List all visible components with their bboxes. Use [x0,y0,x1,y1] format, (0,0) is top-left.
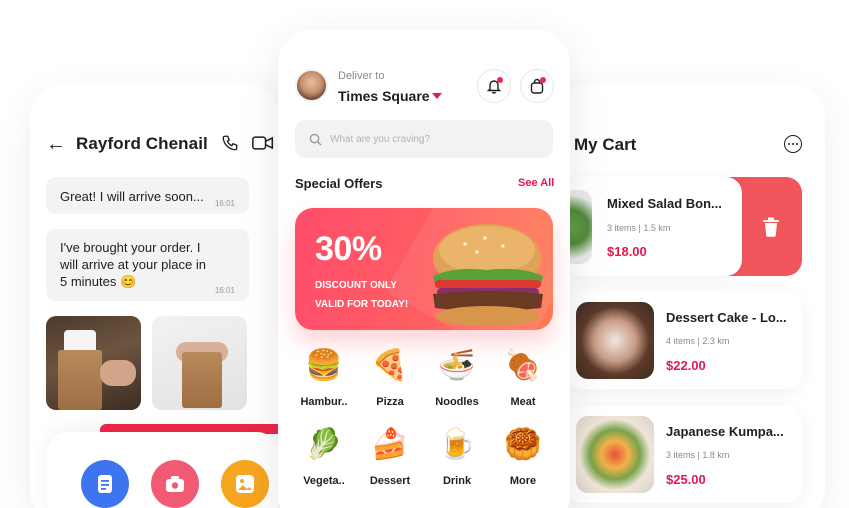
category-noodles[interactable]: 🍜 Noodles [427,348,487,408]
document-icon [98,475,112,493]
trash-icon [763,217,779,237]
chat-header: ← Rayford Chenail [46,132,276,156]
location-selector[interactable]: Times Square [338,88,430,104]
camera-icon [166,476,184,492]
notifications-button[interactable] [477,69,511,103]
message-text: Great! I will arrive soon... [60,189,204,204]
page-title: My Cart [574,135,637,154]
image-button[interactable] [221,460,269,508]
category-drink[interactable]: 🍺 Drink [427,427,487,487]
item-name: Dessert Cake - Lo... [666,310,787,325]
document-button[interactable] [81,460,129,508]
message-bubble: I've brought your order. I will arrive a… [46,229,249,301]
cart-item[interactable]: Mixed Salad Bon... 3 items | 1.5 km $18.… [562,177,742,276]
category-pizza[interactable]: 🍕 Pizza [360,348,420,408]
cart-item[interactable]: Dessert Cake - Lo... 4 items | 2.3 km $2… [566,292,802,389]
special-offer-banner[interactable]: 30% DISCOUNT ONLY VALID FOR TODAY! [295,208,553,330]
image-icon [236,475,254,493]
delivery-photo[interactable] [152,316,247,410]
item-meta: 3 items | 1.8 km [666,450,730,460]
category-more[interactable]: 🥮 More [493,427,553,487]
item-image [576,302,654,379]
video-camera-icon[interactable] [252,134,274,152]
burger-image [433,224,543,326]
item-name: Mixed Salad Bon... [607,196,722,211]
noodles-icon: 🍜 [438,349,476,382]
cart-dot [540,77,546,83]
caret-down-icon[interactable] [432,93,442,99]
back-arrow-icon[interactable]: ← [46,133,76,156]
contact-name: Rayford Chenail [76,134,208,153]
more-options-button[interactable] [784,135,802,153]
app-showcase: ← Rayford Chenail Great! I will arrive s… [0,0,849,508]
notification-dot [497,77,503,83]
cart-button[interactable] [520,69,554,103]
category-meat[interactable]: 🍖 Meat [493,348,553,408]
camera-button[interactable] [151,460,199,508]
see-all-link[interactable]: See All [518,177,554,189]
paper-bag [182,352,222,408]
paper-bag [58,350,102,410]
item-image [576,416,654,493]
category-label: Vegeta.. [303,475,345,487]
hamburger-icon: 🍔 [305,349,343,382]
meat-icon: 🍖 [504,349,542,382]
category-label: More [509,475,537,487]
offer-percent: 30% [315,230,382,268]
avatar[interactable] [295,69,328,102]
item-meta: 3 items | 1.5 km [607,223,671,233]
dot [796,143,798,145]
category-label: Dessert [369,475,411,487]
message-time: 16:01 [214,286,235,295]
item-price: $18.00 [607,244,647,259]
message-time: 16:01 [214,199,235,208]
category-label: Drink [442,475,472,487]
item-meta: 4 items | 2.3 km [666,336,730,346]
cart-item[interactable]: Japanese Kumpa... 3 items | 1.8 km $25.0… [566,406,802,503]
category-label: Noodles [435,396,479,408]
category-hamburger[interactable]: 🍔 Hambur.. [294,348,354,408]
message-text: I've brought your order. I will arrive a… [60,240,206,289]
item-price: $22.00 [666,358,706,373]
category-label: Meat [510,396,536,408]
pizza-icon: 🍕 [371,349,409,382]
search-icon [309,133,322,146]
search-input[interactable] [330,133,530,145]
category-label: Pizza [376,396,404,408]
delivery-photo[interactable] [46,316,141,410]
mooncake-icon: 🥮 [504,428,542,461]
item-price: $25.00 [666,472,706,487]
dot [792,143,794,145]
vegetable-icon: 🥬 [305,428,343,461]
search-bar[interactable] [295,120,553,158]
dot [788,143,790,145]
cake-icon: 🍰 [371,428,409,461]
category-vegetables[interactable]: 🥬 Vegeta.. [294,427,354,487]
beer-icon: 🍺 [438,428,476,461]
message-bubble: Great! I will arrive soon... 16:01 [46,177,249,214]
deliver-label: Deliver to [338,70,385,82]
hand [100,360,136,386]
phone-icon[interactable] [221,134,239,152]
offer-caption: DISCOUNT ONLY VALID FOR TODAY! [315,280,409,310]
item-name: Japanese Kumpa... [666,424,784,439]
category-label: Hambur.. [300,396,348,408]
section-title: Special Offers [295,176,383,191]
category-dessert[interactable]: 🍰 Dessert [360,427,420,487]
